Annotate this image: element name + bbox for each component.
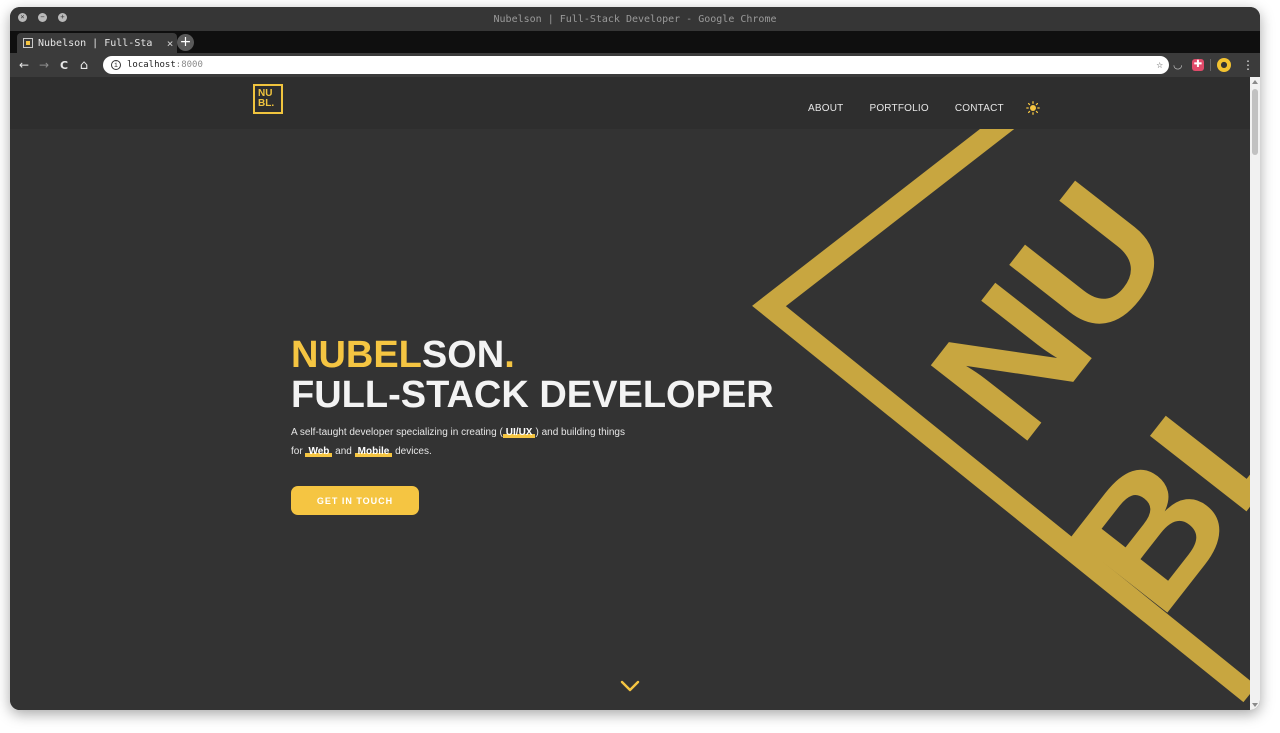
highlight-uiux: UI/UX	[502, 427, 536, 438]
browser-toolbar: ← → C ⌂ i localhost:8000 ☆ ◡ ✚ ● ⋮	[10, 53, 1260, 77]
hero-title-rest: SON	[421, 334, 505, 376]
hero-description: A self-taught developer specializing in …	[291, 423, 631, 461]
close-tab-icon[interactable]: ×	[163, 37, 177, 50]
hero-title: NUBELSON.	[291, 335, 774, 375]
profile-extension-icon[interactable]: ●	[1217, 58, 1231, 72]
tab-nubelson[interactable]: Nubelson | Full-Sta ×	[17, 33, 177, 53]
page-viewport: NU BL NU BL. ABOUT PORTFOLIO CONTACT NUB…	[10, 77, 1250, 710]
address-bar[interactable]: i localhost:8000 ☆	[103, 56, 1169, 74]
tab-strip: Nubelson | Full-Sta × +	[10, 31, 1260, 53]
hero-desc-text-4: devices.	[392, 446, 432, 457]
plus-extension-icon[interactable]: ✚	[1192, 59, 1204, 71]
chrome-menu-icon[interactable]: ⋮	[1242, 57, 1254, 73]
url-port: :8000	[175, 60, 203, 70]
nav-about-link[interactable]: ABOUT	[808, 103, 843, 114]
hero-section: NUBELSON. FULL-STACK DEVELOPER A self-ta…	[291, 335, 774, 515]
get-in-touch-button[interactable]: GET IN TOUCH	[291, 486, 419, 515]
reload-button[interactable]: C	[54, 60, 74, 71]
browser-window: × − + Nubelson | Full-Stack Developer - …	[10, 7, 1260, 710]
forward-button[interactable]: →	[34, 59, 54, 71]
scroll-down-icon[interactable]	[1252, 703, 1258, 707]
home-button[interactable]: ⌂	[74, 59, 94, 72]
site-logo[interactable]: NU BL.	[253, 84, 283, 114]
minimize-window-button[interactable]: −	[38, 13, 47, 22]
window-controls: × − +	[18, 13, 67, 22]
hero-title-gold: NUBEL	[291, 334, 422, 376]
url-host: localhost	[127, 60, 176, 70]
favicon-icon	[23, 38, 33, 48]
page-scrollbar[interactable]	[1250, 77, 1260, 710]
site-nav-links: ABOUT PORTFOLIO CONTACT	[808, 101, 1040, 115]
toolbar-separator	[1210, 59, 1211, 71]
close-window-button[interactable]: ×	[18, 13, 27, 22]
pocket-extension-icon[interactable]: ◡	[1173, 57, 1183, 73]
hero-title-dot: .	[504, 334, 515, 376]
nav-contact-link[interactable]: CONTACT	[955, 103, 1004, 114]
window-title: Nubelson | Full-Stack Developer - Google…	[493, 13, 777, 25]
nav-portfolio-link[interactable]: PORTFOLIO	[869, 103, 928, 114]
scrollbar-thumb[interactable]	[1252, 89, 1258, 155]
hero-desc-text-1: A self-taught developer specializing in …	[291, 427, 503, 438]
site-info-icon[interactable]: i	[111, 60, 121, 70]
title-bar: × − + Nubelson | Full-Stack Developer - …	[10, 7, 1260, 31]
site-navbar: NU BL. ABOUT PORTFOLIO CONTACT	[10, 77, 1250, 129]
sun-icon[interactable]	[1026, 101, 1040, 115]
site-logo-line2: BL.	[258, 98, 275, 109]
hero-desc-text-3: and	[332, 446, 355, 457]
scroll-up-icon[interactable]	[1252, 80, 1258, 84]
maximize-window-button[interactable]: +	[58, 13, 67, 22]
chevron-down-icon[interactable]	[620, 680, 640, 692]
new-tab-button[interactable]: +	[177, 34, 194, 51]
highlight-web: Web	[305, 446, 333, 457]
highlight-mobile: Mobile	[354, 446, 393, 457]
bookmark-star-icon[interactable]: ☆	[1156, 58, 1163, 71]
tab-title: Nubelson | Full-Sta	[38, 37, 153, 49]
hero-subtitle: FULL-STACK DEVELOPER	[291, 374, 774, 416]
back-button[interactable]: ←	[14, 59, 34, 71]
